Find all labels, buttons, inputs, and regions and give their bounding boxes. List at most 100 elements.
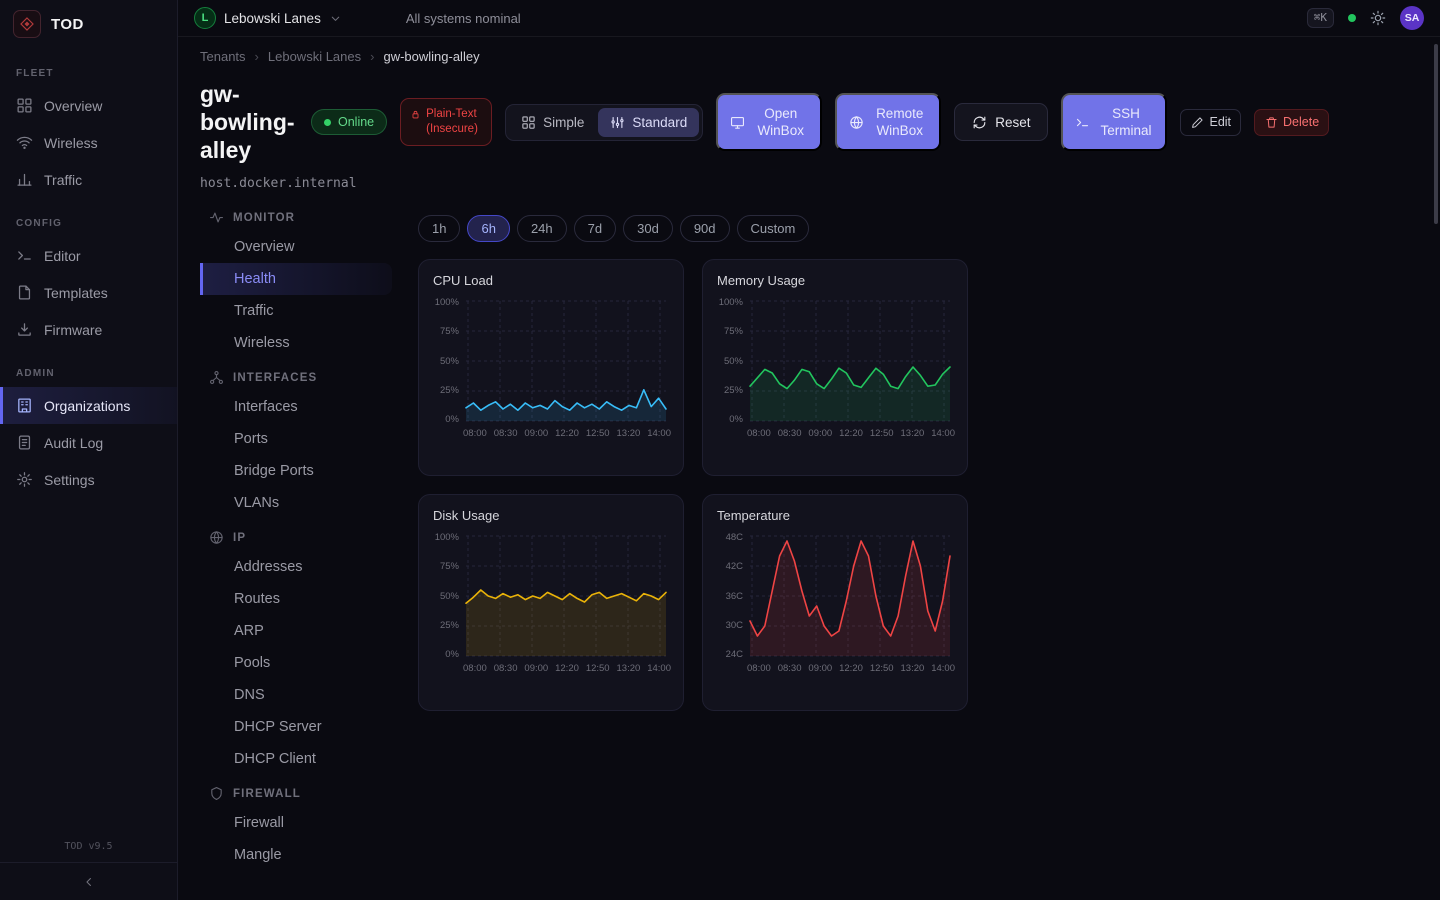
subnav-item-interfaces[interactable]: Interfaces xyxy=(200,391,392,423)
subnav-item-pools[interactable]: Pools xyxy=(200,647,392,679)
subnav-item-addresses[interactable]: Addresses xyxy=(200,551,392,583)
time-range-90d[interactable]: 90d xyxy=(680,215,730,242)
ssh-terminal-button[interactable]: SSH Terminal xyxy=(1061,93,1167,151)
app-version: TOD v9.5 xyxy=(0,835,177,862)
subnav-item-dns[interactable]: DNS xyxy=(200,679,392,711)
y-tick-label: 42C xyxy=(726,561,743,572)
time-range-30d[interactable]: 30d xyxy=(623,215,673,242)
y-tick-label: 50% xyxy=(724,356,743,367)
topbar: L Lebowski Lanes All systems nominal ⌘K … xyxy=(178,0,1440,37)
y-tick-label: 25% xyxy=(440,620,459,631)
building-icon xyxy=(16,397,33,414)
subnav-section-label: MONITOR xyxy=(233,212,295,224)
time-range-1h[interactable]: 1h xyxy=(418,215,460,242)
user-avatar[interactable]: SA xyxy=(1400,6,1424,30)
time-range-6h[interactable]: 6h xyxy=(467,215,509,242)
theme-toggle-button[interactable] xyxy=(1370,10,1386,26)
shield-icon xyxy=(209,786,224,801)
edit-button[interactable]: Edit xyxy=(1180,109,1241,136)
subnav-item-ports[interactable]: Ports xyxy=(200,423,392,455)
sidebar-item-settings[interactable]: Settings xyxy=(0,461,177,498)
command-palette-shortcut[interactable]: ⌘K xyxy=(1307,8,1334,28)
refresh-icon xyxy=(972,115,987,130)
subnav-item-routes[interactable]: Routes xyxy=(200,583,392,615)
device-host: host.docker.internal xyxy=(200,176,1440,191)
y-tick-label: 100% xyxy=(435,297,459,308)
open-winbox-button[interactable]: Open WinBox xyxy=(716,93,822,151)
y-tick-label: 48C xyxy=(726,532,743,543)
sidebar-item-overview[interactable]: Overview xyxy=(0,87,177,124)
y-tick-label: 24C xyxy=(726,649,743,660)
lock-icon xyxy=(410,109,421,120)
subnav-item-mangle[interactable]: Mangle xyxy=(200,839,392,871)
app-logo-icon xyxy=(13,10,41,38)
subnav-item-health[interactable]: Health xyxy=(200,263,392,295)
monitor-icon xyxy=(730,115,745,130)
delete-button[interactable]: Delete xyxy=(1254,109,1329,136)
sidebar-item-editor[interactable]: Editor xyxy=(0,237,177,274)
subnav-item-wireless[interactable]: Wireless xyxy=(200,327,392,359)
chart-area: 100%75%50%25%0% xyxy=(433,532,671,660)
sidebar-item-audit-log[interactable]: Audit Log xyxy=(0,424,177,461)
sidebar-collapse-button[interactable] xyxy=(0,862,177,900)
sidebar-item-traffic[interactable]: Traffic xyxy=(0,161,177,198)
remote-winbox-button[interactable]: Remote WinBox xyxy=(835,93,941,151)
subnav-item-dhcp-client[interactable]: DHCP Client xyxy=(200,743,392,775)
sidebar-item-firmware[interactable]: Firmware xyxy=(0,311,177,348)
breadcrumb-device: gw-bowling-alley xyxy=(383,49,479,64)
pencil-icon xyxy=(1190,116,1205,129)
x-tick-label: 13:20 xyxy=(901,663,925,674)
breadcrumb-tenant[interactable]: Lebowski Lanes xyxy=(268,49,361,64)
tenant-selector[interactable]: L Lebowski Lanes xyxy=(194,7,342,29)
subnav-item-traffic[interactable]: Traffic xyxy=(200,295,392,327)
health-charts-panel: 1h 6h 24h 7d 30d 90d Custom CPU Load 100… xyxy=(418,197,968,871)
time-range-24h[interactable]: 24h xyxy=(517,215,567,242)
sidebar-item-templates[interactable]: Templates xyxy=(0,274,177,311)
y-tick-label: 25% xyxy=(440,385,459,396)
sidebar-item-label: Settings xyxy=(44,472,95,488)
insecure-label: Plain-Text (Insecure) xyxy=(426,107,482,137)
breadcrumb-separator: › xyxy=(370,49,374,64)
subnav-item-arp[interactable]: ARP xyxy=(200,615,392,647)
time-range-7d[interactable]: 7d xyxy=(574,215,616,242)
y-tick-label: 75% xyxy=(440,561,459,572)
subnav-item-bridge-ports[interactable]: Bridge Ports xyxy=(200,455,392,487)
nav-section-fleet: FLEET xyxy=(0,48,177,87)
button-label: Reset xyxy=(995,115,1030,130)
breadcrumb-tenants[interactable]: Tenants xyxy=(200,49,246,64)
x-tick-label: 08:30 xyxy=(494,428,518,439)
online-label: Online xyxy=(338,115,374,129)
y-tick-label: 75% xyxy=(724,326,743,337)
reset-button[interactable]: Reset xyxy=(954,103,1048,141)
tenant-avatar: L xyxy=(194,7,216,29)
subnav-item-overview[interactable]: Overview xyxy=(200,231,392,263)
topbar-right: ⌘K SA xyxy=(1307,6,1424,30)
sidebar-item-wireless[interactable]: Wireless xyxy=(0,124,177,161)
time-range-custom[interactable]: Custom xyxy=(737,215,810,242)
grid-icon xyxy=(16,97,33,114)
view-mode-simple[interactable]: Simple xyxy=(509,108,596,137)
view-mode-standard[interactable]: Standard xyxy=(598,108,699,137)
subnav-item-dhcp-server[interactable]: DHCP Server xyxy=(200,711,392,743)
trash-icon xyxy=(1264,116,1279,129)
x-tick-label: 13:20 xyxy=(901,428,925,439)
y-axis-labels: 100%75%50%25%0% xyxy=(717,297,745,425)
sidebar-item-organizations[interactable]: Organizations xyxy=(0,387,177,424)
chevron-down-icon xyxy=(329,12,342,25)
x-tick-label: 13:20 xyxy=(617,428,641,439)
main-panel: Tenants › Lebowski Lanes › gw-bowling-al… xyxy=(178,37,1440,900)
x-axis-labels: 08:0008:3009:0012:2012:5013:2014:00 xyxy=(463,428,671,439)
button-label: SSH Terminal xyxy=(1098,105,1153,140)
terminal-icon xyxy=(1075,115,1090,130)
sidebar-item-label: Wireless xyxy=(44,135,98,151)
app-logo[interactable]: TOD xyxy=(0,0,177,48)
sidebar: TOD FLEET Overview Wireless Traffic CONF… xyxy=(0,0,178,900)
subnav-item-vlans[interactable]: VLANs xyxy=(200,487,392,519)
x-tick-label: 09:00 xyxy=(524,663,548,674)
breadcrumb-separator: › xyxy=(255,49,259,64)
vertical-scrollbar[interactable] xyxy=(1434,44,1438,224)
y-axis-labels: 48C42C36C30C24C xyxy=(717,532,745,660)
chart-title: CPU Load xyxy=(433,273,671,288)
subnav-item-firewall[interactable]: Firewall xyxy=(200,807,392,839)
button-label: Open WinBox xyxy=(753,105,808,140)
